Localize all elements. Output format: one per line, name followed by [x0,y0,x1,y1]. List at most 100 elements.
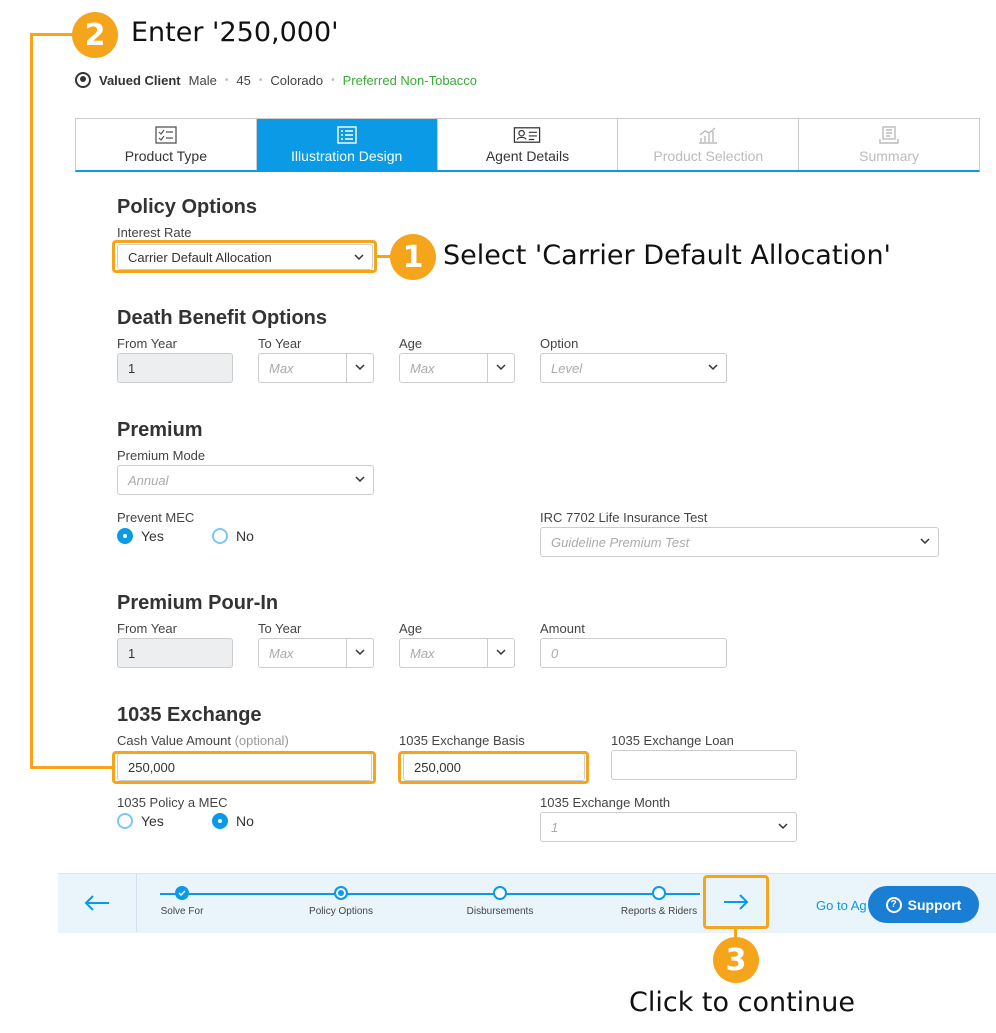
irc-test-label: IRC 7702 Life Insurance Test [540,510,708,525]
callout-2-line-vertical [30,33,33,769]
to-year-placeholder: Max [269,360,294,376]
age-label: Age [399,621,423,636]
help-icon: ? [885,896,902,913]
exchange-month-placeholder: 1 [551,819,559,835]
pour-in-from-year-field: 1 [117,638,233,668]
cash-value-label-text: Cash Value Amount [117,733,231,748]
tab-product-type[interactable]: Product Type [76,119,257,170]
chevron-down-icon [355,649,365,656]
cash-value-label: Cash Value Amount (optional) [117,733,289,748]
client-state: Colorado [270,72,324,88]
death-benefit-option-select[interactable]: Level [540,353,727,383]
step-label-policy-options: Policy Options [309,906,373,917]
step-label-solve-for: Solve For [160,906,204,917]
pour-in-to-year-select[interactable]: Max [258,638,374,668]
callout-2-badge: 2 [72,12,118,58]
age-placeholder: Max [410,645,435,661]
chevron-down-icon [920,538,930,545]
tab-label: Product Type [124,147,208,164]
step-dot-reports-riders[interactable] [652,886,666,900]
death-benefit-age-select[interactable]: Max [399,353,515,383]
callout-3-highlight [703,875,769,929]
go-to-agent-link[interactable]: Go to Ag [816,898,867,913]
id-card-icon [514,126,541,143]
chevron-down-icon [496,364,506,371]
interest-rate-label: Interest Rate [117,225,192,240]
option-label: Option [540,336,579,351]
amount-placeholder: 0 [551,645,559,661]
prevent-mec-yes-radio[interactable]: Yes [117,528,164,544]
irc-test-placeholder: Guideline Premium Test [551,534,690,550]
separator-dot: • [224,74,229,86]
callout-1-text: Select 'Carrier Default Allocation' [443,240,891,271]
policy-mec-label: 1035 Policy a MEC [117,795,228,810]
radio-label: Yes [141,528,164,544]
callout-2-highlight-basis [398,751,589,784]
section-title-1035-exchange: 1035 Exchange [117,704,262,726]
step-dot-policy-options[interactable] [334,886,348,900]
tab-product-selection: Product Selection [618,119,800,170]
prevent-mec-no-radio[interactable]: No [212,528,254,544]
support-label: Support [907,896,962,913]
chevron-down-icon [778,823,788,830]
callout-1-connector [377,255,391,258]
death-benefit-from-year-field: 1 [117,353,233,383]
from-year-label: From Year [117,621,177,636]
callout-2-line-bottom [30,766,114,769]
chevron-down-icon [708,364,718,371]
to-year-label: To Year [258,621,302,636]
step-dot-disbursements[interactable] [493,886,507,900]
wizard-tabs: Product Type Illustration Design Agent D… [75,118,980,172]
radio-selected-icon [212,813,228,829]
pour-in-amount-input[interactable]: 0 [540,638,727,668]
client-age: 45 [236,72,251,88]
premium-mode-select[interactable]: Annual [117,465,374,495]
radio-label: No [236,813,254,829]
section-title-premium: Premium [117,419,203,441]
from-year-value: 1 [128,645,136,661]
support-button[interactable]: ? Support [868,886,979,923]
from-year-value: 1 [128,360,136,376]
callout-3-badge: 3 [713,937,759,983]
client-gender: Male [188,72,217,88]
step-label-disbursements: Disbursements [466,906,534,917]
policy-mec-no-radio[interactable]: No [212,813,254,829]
premium-mode-label: Premium Mode [117,448,206,463]
radio-unselected-icon [212,528,228,544]
chevron-down-icon [496,649,506,656]
callout-3-text: Click to continue [629,987,856,1018]
to-year-label: To Year [258,336,302,351]
tab-label: Summary [859,147,920,164]
tab-summary: Summary [799,119,979,170]
callout-1-badge: 1 [390,234,436,280]
amount-label: Amount [540,621,585,636]
checklist-icon [155,125,177,144]
death-benefit-to-year-select[interactable]: Max [258,353,374,383]
tab-illustration-design[interactable]: Illustration Design [256,119,438,170]
section-title-policy-options: Policy Options [117,196,258,218]
tab-label: Product Selection [653,147,764,164]
exchange-month-select[interactable]: 1 [540,812,797,842]
callout-2-highlight-cash-value [112,751,376,784]
exchange-month-label: 1035 Exchange Month [540,795,671,810]
policy-mec-yes-radio[interactable]: Yes [117,813,164,829]
irc-test-select[interactable]: Guideline Premium Test [540,527,939,557]
radio-selected-icon [117,528,133,544]
separator-dot: • [258,74,263,86]
client-name: Valued Client [99,72,181,88]
tab-agent-details[interactable]: Agent Details [438,119,619,170]
age-label: Age [399,336,423,351]
optional-hint: (optional) [234,733,289,748]
radio-label: Yes [141,813,164,829]
back-button[interactable] [58,873,137,932]
progress-line [160,893,700,895]
pour-in-age-select[interactable]: Max [399,638,515,668]
chevron-down-icon [355,476,365,483]
exchange-loan-input[interactable] [611,750,797,780]
from-year-label: From Year [117,336,177,351]
to-year-placeholder: Max [269,645,294,661]
chart-icon [699,126,718,144]
age-placeholder: Max [410,360,435,376]
tab-label: Illustration Design [291,147,403,164]
separator-dot: • [331,74,335,86]
